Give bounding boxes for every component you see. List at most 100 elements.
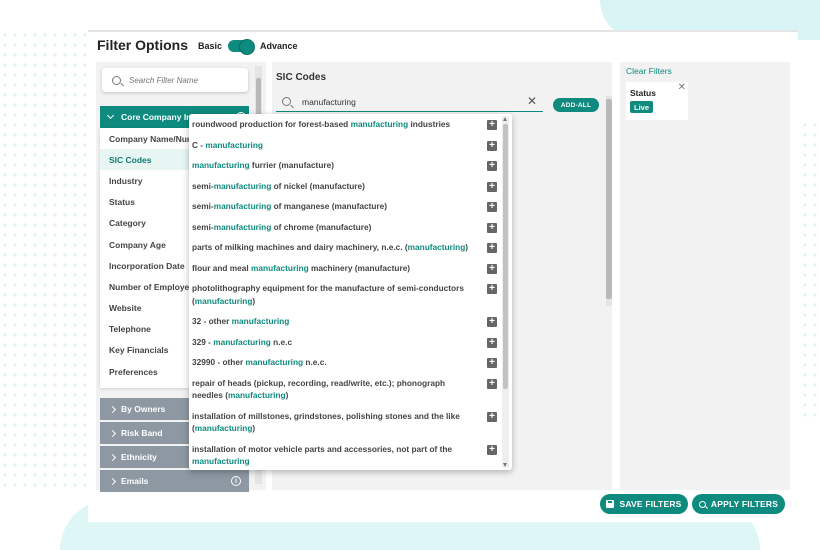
list-item[interactable]: installation of motor vehicle parts and … <box>189 439 497 471</box>
middle-scroll-thumb[interactable] <box>606 99 612 299</box>
filter-group-label: Risk Band <box>121 428 163 438</box>
list-item[interactable]: semi-manufacturing of nickel (manufactur… <box>189 176 497 197</box>
add-icon[interactable]: + <box>487 243 497 253</box>
add-icon[interactable]: + <box>487 181 497 192</box>
list-item[interactable]: 32990 - other manufacturing n.e.c. + <box>189 352 497 373</box>
add-icon[interactable]: + <box>487 222 497 233</box>
clear-filters-link[interactable]: Clear Filters <box>626 66 672 76</box>
list-item[interactable]: C - manufacturing + <box>189 135 497 156</box>
filter-group-label-wrap: Emails <box>108 476 149 486</box>
search-highlight: manufacturing <box>205 139 263 150</box>
list-item[interactable]: 329 - manufacturing n.e.c + <box>189 332 497 353</box>
toggle-basic-label[interactable]: Basic <box>198 41 222 51</box>
chevron-right-icon <box>108 429 117 437</box>
filter-group-label-wrap: By Owners <box>108 404 165 414</box>
add-icon[interactable]: + <box>487 444 497 455</box>
add-all-button[interactable]: ADD-ALL <box>553 98 599 112</box>
list-item[interactable]: repair of heads (pickup, recording, read… <box>189 373 497 406</box>
info-icon[interactable]: i <box>231 476 241 486</box>
sic-result-text-part: of chrome (manufacture) <box>271 221 372 232</box>
search-highlight: manufacturing <box>251 262 309 273</box>
list-item[interactable]: flour and meal manufacturing machinery (… <box>189 258 497 279</box>
sic-result-text-part: ) <box>465 242 469 252</box>
scroll-up-icon[interactable] <box>503 117 507 121</box>
middle-panel-scrollbar[interactable] <box>606 96 612 306</box>
sic-result-text-part: roundwood production for forest-based <box>192 119 351 129</box>
sic-result-text-part: flour and meal <box>192 262 252 273</box>
search-highlight: manufacturing <box>192 456 250 466</box>
sidebar-item-label: Number of Employees <box>109 281 199 292</box>
add-icon[interactable]: + <box>487 411 497 422</box>
results-scrollbar[interactable] <box>502 116 509 468</box>
search-highlight: manufacturing <box>213 221 272 232</box>
close-icon[interactable]: ✕ <box>678 82 686 93</box>
list-item[interactable]: semi-manufacturing of manganese (manufac… <box>189 196 497 217</box>
apply-filters-button[interactable]: APPLY FILTERS <box>692 494 785 514</box>
filter-group-button[interactable]: Emails i <box>100 470 249 492</box>
sic-result-text-part: installation of motor vehicle parts and … <box>192 443 453 454</box>
search-icon <box>112 75 121 85</box>
sidebar-item-label: Key Financials <box>109 345 169 356</box>
add-icon[interactable]: + <box>487 161 497 171</box>
status-live-chip: Live <box>630 101 654 113</box>
sic-result-text-part: of manganese (manufacture) <box>271 201 388 211</box>
clear-search-icon[interactable]: ✕ <box>527 94 537 108</box>
sic-search-field[interactable]: ✕ <box>276 92 543 112</box>
save-filters-label: SAVE FILTERS <box>619 499 682 509</box>
list-item[interactable]: installation of millstones, grindstones,… <box>189 406 497 439</box>
add-icon[interactable]: + <box>487 140 497 151</box>
sic-results-list: roundwood production for forest-based ma… <box>189 114 497 471</box>
filter-search-input[interactable] <box>129 75 239 85</box>
add-icon[interactable]: + <box>487 337 497 348</box>
sic-result-text-part: of nickel (manufacture) <box>271 180 365 191</box>
sic-result-text-part: semi- <box>192 180 214 191</box>
basic-advance-toggle[interactable] <box>228 39 256 55</box>
add-icon[interactable]: + <box>487 358 497 368</box>
toggle-advance-label[interactable]: Advance <box>260 41 298 51</box>
sic-result-text-part: parts of milking machines and dairy mach… <box>192 242 408 252</box>
add-icon[interactable]: + <box>487 202 497 212</box>
background-dots-left <box>0 30 90 490</box>
add-icon[interactable]: + <box>487 263 497 274</box>
sic-result-text-part: ) <box>285 390 289 400</box>
filter-search-box[interactable] <box>102 68 248 92</box>
sic-result-text-part: ) <box>252 423 256 433</box>
search-highlight: manufacturing <box>194 423 253 433</box>
add-icon[interactable]: + <box>487 284 497 294</box>
results-scroll-thumb[interactable] <box>503 124 508 389</box>
filter-group-label: Ethnicity <box>121 452 157 462</box>
save-icon <box>606 500 615 508</box>
sic-result-text-part: industries <box>408 119 451 129</box>
apply-filters-label: APPLY FILTERS <box>710 499 779 509</box>
add-icon[interactable]: + <box>487 317 497 327</box>
search-icon <box>282 97 291 106</box>
list-item[interactable]: photolithography equipment for the manuf… <box>189 278 497 311</box>
chevron-right-icon <box>108 405 117 413</box>
filter-group-label-wrap: Ethnicity <box>108 452 157 462</box>
list-item[interactable]: roundwood production for forest-based ma… <box>189 114 497 135</box>
search-highlight: manufacturing <box>350 119 409 129</box>
sidebar-item-label: Preferences <box>109 366 158 377</box>
sidebar-item-label: Industry <box>109 175 143 186</box>
sidebar-item-label: Telephone <box>109 324 151 335</box>
filter-group-label: Emails <box>121 476 149 486</box>
save-filters-button[interactable]: SAVE FILTERS <box>600 494 688 514</box>
list-item[interactable]: manufacturing furrier (manufacture) + <box>189 155 497 176</box>
status-filter-card: Status ✕ Live <box>626 82 688 120</box>
list-item[interactable]: parts of milking machines and dairy mach… <box>189 237 497 258</box>
list-item[interactable]: 32 - other manufacturing + <box>189 311 497 332</box>
sic-codes-title: SIC Codes <box>276 72 327 83</box>
list-item[interactable]: semi-manufacturing of chrome (manufactur… <box>189 217 497 238</box>
sic-result-text-part: 32990 - other <box>192 357 246 367</box>
scroll-down-icon[interactable] <box>503 463 507 467</box>
add-icon[interactable]: + <box>487 120 497 130</box>
sic-result-text-part: ) <box>252 295 256 306</box>
search-highlight: manufacturing <box>192 160 250 170</box>
add-icon[interactable]: + <box>487 378 497 389</box>
sic-search-input[interactable] <box>302 96 512 107</box>
sidebar-item-label: Incorporation Date <box>109 260 185 271</box>
sic-result-text: flour and meal manufacturing machinery (… <box>192 262 474 275</box>
sic-result-text-part: semi- <box>192 201 214 211</box>
status-filter-label: Status <box>630 88 656 98</box>
sic-result-text-part: n.e.c. <box>303 357 327 367</box>
